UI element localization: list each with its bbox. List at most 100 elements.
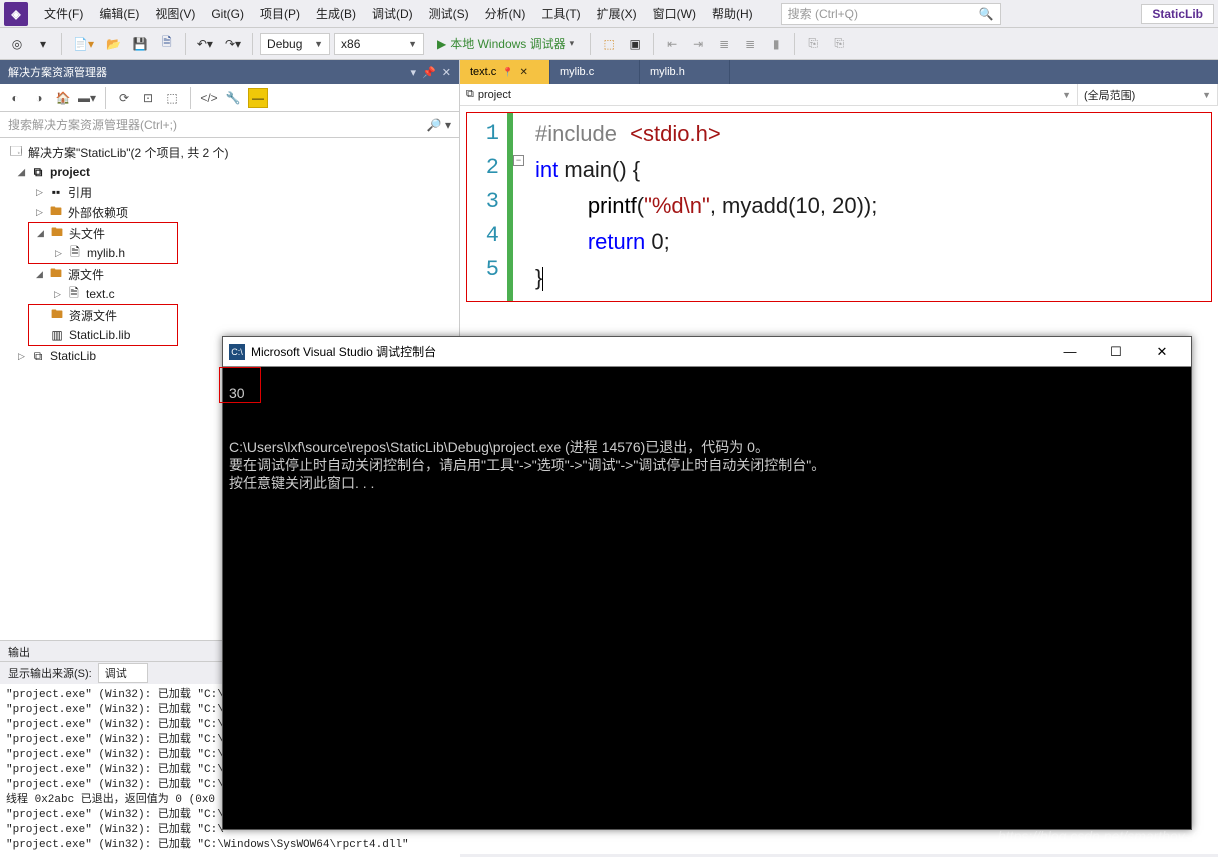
open-file-button[interactable]: 📂 [102, 33, 125, 55]
start-debug-button[interactable]: ▶本地 Windows 调试器▾ [428, 33, 583, 55]
output-source-dropdown[interactable]: 调试 [98, 663, 148, 683]
separator [252, 33, 253, 55]
tb-icon-3[interactable]: ⇤ [661, 33, 683, 55]
separator [794, 33, 795, 55]
pending-changes-button[interactable]: — [248, 88, 268, 108]
tb-icon-5[interactable]: ≣ [713, 33, 735, 55]
menu-project[interactable]: 项目(P) [252, 1, 308, 26]
watermark: https://blog.csdn.net/smartboy_01 [998, 828, 1208, 844]
pin-icon[interactable]: 📍 [502, 67, 513, 78]
tb-icon-1[interactable]: ⬚ [598, 33, 620, 55]
startup-project-label[interactable]: StaticLib [1141, 4, 1214, 24]
code-content[interactable]: #include <stdio.h> int main() { printf("… [527, 113, 885, 301]
toolbar: ◎ ▾ 📄▾ 📂 💾 🗎 ↶▾ ↷▾ Debug▼ x86▼ ▶本地 Windo… [0, 28, 1218, 60]
tree-references[interactable]: ▷▪▪引用 [0, 182, 459, 202]
navigation-bar: ⧉project▼ (全局范围)▼ [460, 84, 1218, 106]
separator [105, 87, 106, 109]
output-highlight-box [219, 367, 261, 403]
console-title: Microsoft Visual Studio 调试控制台 [251, 343, 436, 360]
tree-project[interactable]: ◢⧉project [0, 162, 459, 182]
tree-resources[interactable]: 🖿资源文件 [29, 305, 177, 325]
code-icon[interactable]: </> [200, 89, 218, 107]
home2-icon[interactable]: 🏠 [54, 89, 72, 107]
tree-external-deps[interactable]: ▷🖿外部依赖项 [0, 202, 459, 222]
platform-dropdown[interactable]: x86▼ [334, 33, 424, 55]
menu-edit[interactable]: 编辑(E) [91, 1, 147, 26]
separator [653, 33, 654, 55]
redo-button[interactable]: ↷▾ [221, 33, 245, 55]
close-icon[interactable]: ✕ [520, 67, 528, 78]
tb-icon-7[interactable]: ▮ [765, 33, 787, 55]
search-icon: 🔍 [979, 7, 994, 21]
tree-text-c[interactable]: ▷🗎text.c [0, 284, 459, 304]
menu-analyze[interactable]: 分析(N) [477, 1, 534, 26]
dropdown-icon[interactable]: ▾ [411, 66, 417, 79]
separator [185, 33, 186, 55]
showall-icon[interactable]: ▬▾ [78, 89, 96, 107]
properties-icon[interactable]: ⬚ [163, 89, 181, 107]
tab-text-c[interactable]: text.c📍✕ [460, 60, 550, 84]
fold-column: − [513, 113, 527, 301]
code-editor[interactable]: 12345 − #include <stdio.h> int main() { … [466, 112, 1212, 302]
tb-icon-2[interactable]: ▣ [624, 33, 646, 55]
tb-icon-6[interactable]: ≣ [739, 33, 761, 55]
tb-icon-4[interactable]: ⇥ [687, 33, 709, 55]
refresh-icon[interactable]: ⟳ [115, 89, 133, 107]
search-placeholder: 搜索 (Ctrl+Q) [788, 5, 858, 22]
menu-file[interactable]: 文件(F) [36, 1, 91, 26]
separator [190, 87, 191, 109]
separator [61, 33, 62, 55]
menu-view[interactable]: 视图(V) [147, 1, 203, 26]
menu-test[interactable]: 测试(S) [421, 1, 477, 26]
new-project-button[interactable]: 📄▾ [69, 33, 98, 55]
pin-icon[interactable]: 📌 [422, 66, 436, 79]
wrench-icon[interactable]: 🔧 [224, 89, 242, 107]
tb-icon-9[interactable]: ⎘ [828, 33, 850, 55]
nav-scope-dropdown[interactable]: (全局范围)▼ [1078, 84, 1218, 105]
close-button[interactable]: ✕ [1139, 337, 1185, 367]
sync-icon[interactable]: ◑ [30, 89, 48, 107]
tab-mylib-h[interactable]: mylib.h [640, 60, 730, 84]
menu-window[interactable]: 窗口(W) [645, 1, 704, 26]
tree-mylib-h[interactable]: ▷🗎mylib.h [29, 243, 177, 263]
tree-staticlib-lib[interactable]: ▥StaticLib.lib [29, 325, 177, 345]
collapse-icon[interactable]: ⊡ [139, 89, 157, 107]
save-button[interactable]: 💾 [129, 33, 152, 55]
menu-extensions[interactable]: 扩展(X) [589, 1, 645, 26]
menu-help[interactable]: 帮助(H) [704, 1, 761, 26]
config-dropdown[interactable]: Debug▼ [260, 33, 330, 55]
maximize-button[interactable]: ☐ [1093, 337, 1139, 367]
menubar: ◈ 文件(F) 编辑(E) 视图(V) Git(G) 项目(P) 生成(B) 调… [0, 0, 1218, 28]
nav-project-dropdown[interactable]: ⧉project▼ [460, 84, 1078, 105]
tb-icon-8[interactable]: ⎘ [802, 33, 824, 55]
tab-mylib-c[interactable]: mylib.c [550, 60, 640, 84]
tree-solution-root[interactable]: 🗔解决方案"StaticLib"(2 个项目, 共 2 个) [0, 142, 459, 162]
search-icon: 🔎 ▾ [427, 118, 451, 132]
tree-sources[interactable]: ◢🖿源文件 [0, 264, 459, 284]
separator [590, 33, 591, 55]
nav-fwd-button[interactable]: ▾ [32, 33, 54, 55]
save-all-button[interactable]: 🗎 [156, 33, 178, 55]
console-icon: C:\ [229, 344, 245, 360]
document-tabs: text.c📍✕ mylib.c mylib.h [460, 60, 1218, 84]
close-icon[interactable]: ✕ [442, 66, 451, 79]
minimize-button[interactable]: — [1047, 337, 1093, 367]
line-gutter: 12345 [467, 113, 507, 301]
solution-explorer-header: 解决方案资源管理器 ▾📌✕ [0, 60, 459, 84]
tree-headers[interactable]: ◢🖿头文件 [29, 223, 177, 243]
home-icon[interactable]: ◐ [6, 89, 24, 107]
nav-back-button[interactable]: ◎ [6, 33, 28, 55]
fold-toggle[interactable]: − [513, 155, 524, 166]
vs-logo-icon: ◈ [4, 2, 28, 26]
menu-build[interactable]: 生成(B) [308, 1, 364, 26]
solution-explorer-toolbar: ◐ ◑ 🏠 ▬▾ ⟳ ⊡ ⬚ </> 🔧 — [0, 84, 459, 112]
undo-button[interactable]: ↶▾ [193, 33, 217, 55]
console-body[interactable]: 30 C:\Users\lxf\source\repos\StaticLib\D… [223, 367, 1191, 511]
solution-explorer-search[interactable]: 搜索解决方案资源管理器(Ctrl+;) 🔎 ▾ [0, 112, 459, 138]
console-titlebar[interactable]: C:\ Microsoft Visual Studio 调试控制台 — ☐ ✕ [223, 337, 1191, 367]
menu-tools[interactable]: 工具(T) [533, 1, 588, 26]
menu-git[interactable]: Git(G) [203, 3, 252, 25]
quick-search[interactable]: 搜索 (Ctrl+Q) 🔍 [781, 3, 1001, 25]
menu-debug[interactable]: 调试(D) [364, 1, 421, 26]
debug-console-window: C:\ Microsoft Visual Studio 调试控制台 — ☐ ✕ … [222, 336, 1192, 830]
